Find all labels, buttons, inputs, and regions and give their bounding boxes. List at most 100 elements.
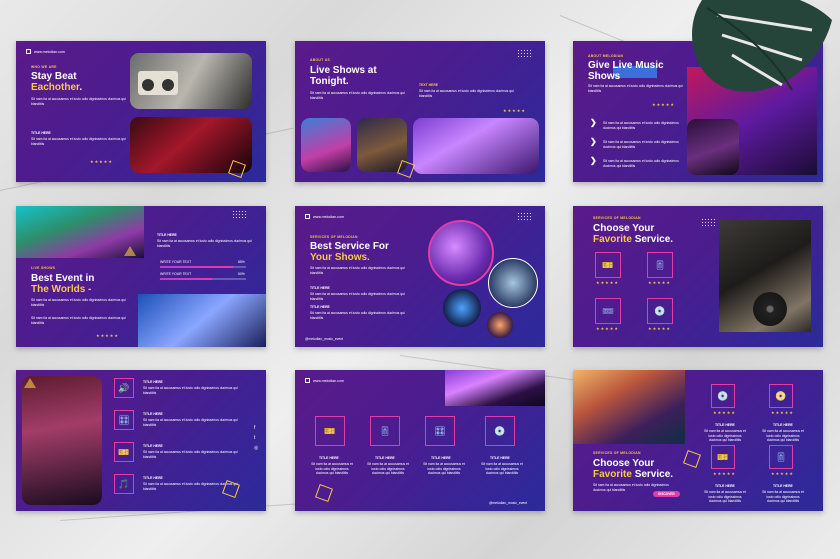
boombox-icon [138,71,178,95]
stage-lights-photo [445,370,545,406]
kicker: SERVICES OF MELODIAN [593,451,641,455]
item-title: TITLE HERE [375,456,395,460]
speaker-icon: 🎛 [114,410,134,430]
friends-photo [573,370,685,444]
title-line2: Service. [634,234,674,245]
title-highlight: Favorite [593,234,632,245]
social-handle: @melodian_music_event [305,337,344,341]
brand: www.melodian.com [305,214,344,219]
item-title: TITLE HERE [490,456,510,460]
body-text: Sit nam ita at accusamus et iusto odio d… [762,490,804,503]
rating-stars: ★★★★★ [648,326,671,331]
slide-four-services[interactable]: www.melodian.com 🎫 🎚 🎛 💿 TITLE HERE TITL… [295,370,545,511]
body-text: Sit nam ita at accusamus et iusto odio d… [588,84,683,93]
body-text: Sit nam ita at accusamus et iusto odio d… [603,159,679,168]
record-icon [753,292,787,326]
body-text: Sit nam ita at accusamus et iusto odio d… [310,266,405,275]
kicker: SERVICES OF MELODIAN [310,235,358,239]
slide-title: Give Live Music Shows [588,60,664,82]
triangle-shape [24,378,36,388]
logo-icon [305,378,310,383]
slide-live-shows[interactable]: ABOUT US Live Shows at Tonight. Sit nam … [295,41,545,182]
body-text: Sit nam ita at accusamus et iusto odio d… [31,137,126,146]
concert-circle-photo [428,220,494,286]
body-text: Sit nam ita at accusamus et iusto odio d… [423,462,465,475]
dot-grid [701,218,717,228]
slide-stay-beat[interactable]: www.melodian.com WHO WE ARE Stay Beat Eac… [16,41,266,182]
mixer-icon: 🎚 [769,445,793,469]
item-title: TITLE HERE [715,484,735,488]
rating-stars: ★★★★★ [771,471,794,476]
body-text: Sit nam ita at accusamus et iusto odio d… [603,121,679,130]
bar-label: WRITE YOUR TEXT [160,272,192,276]
item-title: TITLE HERE [143,444,163,448]
performer-photo [138,294,266,347]
music-icon: 🎵 [114,474,134,494]
item-title: TITLE HERE [143,476,163,480]
body-text: Sit nam ita at accusamus et iusto odio d… [31,316,126,325]
slide-title: Stay Beat Eachother. [31,71,83,93]
title-line2: Service. [634,469,674,480]
body-text: Sit nam ita at accusamus et iusto odio d… [143,450,238,459]
kicker: SERVICES OF MELODIAN [593,216,641,220]
social-handle: @melodian_music_event [489,501,528,505]
facebook-icon[interactable]: f [254,426,255,431]
kicker: ABOUT MELODIAN [588,54,624,58]
rating-stars: ★★★★★ [596,326,619,331]
body-text: Sit nam ita at accusamus et iusto odio d… [31,97,126,106]
title-line1: Choose Your [593,223,655,234]
disc-icon: 💿 [711,384,735,408]
triangle-shape [124,246,136,256]
logo-icon [26,49,31,54]
chevron-icon: ❯ [590,156,597,165]
ticket-icon: 🎫 [114,442,134,462]
progress-bar-1 [160,266,246,268]
body-text: Sit nam ita at accusamus et iusto odio d… [419,89,514,98]
discover-button[interactable]: DISCOVER [653,491,680,497]
slide-best-service[interactable]: www.melodian.com SERVICES OF MELODIAN Be… [295,206,545,347]
diamond-shape [315,484,333,502]
disc-icon: 📀 [769,384,793,408]
rating-stars: ★★★★★ [90,159,113,164]
concert-photo [413,118,539,174]
item-title: TITLE HERE [773,484,793,488]
slide-best-event[interactable]: LIVE SHOWS Best Event in The Worlds - Sit… [16,206,266,347]
slide-features-list[interactable]: 🔊 TITLE HERE Sit nam ita at accusamus et… [16,370,266,511]
body-text: Sit nam ita at accusamus et iusto odio d… [311,462,353,475]
slide-choose-service[interactable]: SERVICES OF MELODIAN Choose Your Favorite… [573,206,823,347]
body-text: Sit nam ita at accusamus et iusto odio d… [603,140,679,149]
woman-photo [22,376,102,505]
mixer-icon: 🎛 [425,416,455,446]
kicker: ABOUT US [310,58,331,62]
ticket-icon: 🎫 [315,416,345,446]
bar-value: 60% [238,272,245,276]
rating-stars: ★★★★★ [648,280,671,285]
body-text: Sit nam ita at accusamus et iusto odio d… [481,462,523,475]
slide-title: Choose Your Favorite Service. [593,223,673,245]
twitter-icon[interactable]: t [254,436,255,441]
crowd-photo-1 [301,118,351,172]
slide-choose-service-2[interactable]: SERVICES OF MELODIAN Choose Your Favorite… [573,370,823,511]
slide-title: Best Event in The Worlds - [31,273,94,295]
diamond-shape [683,450,701,468]
ticket-icon: 🎟 [595,298,621,324]
rating-stars: ★★★★★ [771,410,794,415]
monstera-leaf-decoration [692,0,832,92]
title-line1: Stay Beat [31,71,77,82]
subheading: TITLE HERE [157,233,177,237]
subheading: TITLE HERE [310,305,330,309]
dot-grid [517,49,533,59]
disc-icon: 💿 [647,298,673,324]
speaker-icon: 🔊 [114,378,134,398]
dot-grid [517,212,533,222]
body-text: Sit nam ita at accusamus et iusto odio d… [143,418,238,427]
body-text: Sit nam ita at accusamus et iusto odio d… [310,91,405,100]
title-line2: Eachother [31,82,80,93]
boombox-photo [130,53,252,109]
body-text: Sit nam ita at accusamus et iusto odio d… [762,429,804,442]
instagram-icon[interactable]: ◎ [254,446,258,451]
dj-circle-photo [443,289,481,327]
item-title: TITLE HERE [431,456,451,460]
item-title: TITLE HERE [715,423,735,427]
kicker: WHO WE ARE [31,65,57,69]
